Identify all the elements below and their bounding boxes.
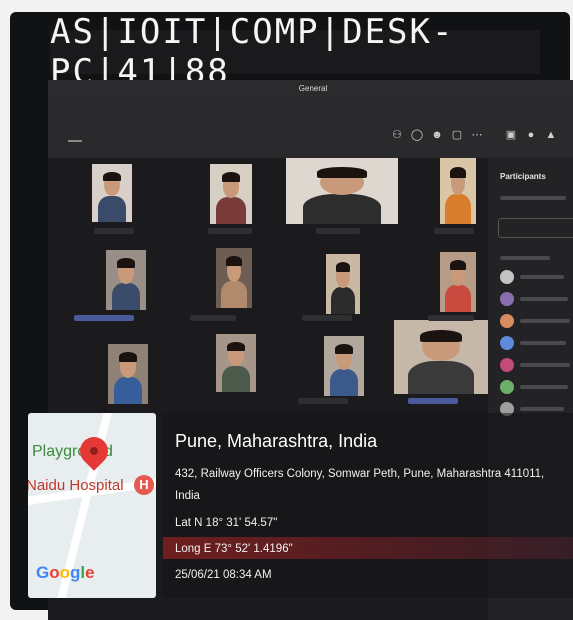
participant-tile xyxy=(286,158,398,224)
timestamp-text: 25/06/21 08:34 AM xyxy=(175,569,272,581)
avatar xyxy=(500,292,514,306)
panel-title: Participants xyxy=(500,172,546,181)
avatar xyxy=(500,336,514,350)
google-logo: Google xyxy=(36,563,95,582)
more-icon[interactable]: ⋯ xyxy=(470,128,484,142)
share-invite-button[interactable] xyxy=(498,218,573,238)
photo: AS|IOIT|COMP|DESK-PC|41|88 General ⚇ ◯ ☻… xyxy=(0,0,573,620)
participant-tile xyxy=(324,336,364,396)
participant-tile xyxy=(92,164,132,222)
camera-icon[interactable]: ▣ xyxy=(504,128,518,142)
asset-tag-sticker: AS|IOIT|COMP|DESK-PC|41|88 xyxy=(50,12,540,92)
avatar xyxy=(500,314,514,328)
back-icon[interactable] xyxy=(68,140,82,142)
participant-tile xyxy=(440,252,476,312)
chat-icon[interactable]: ◯ xyxy=(410,128,424,142)
avatar xyxy=(500,270,514,284)
geotag-overlay: Playground Naidu Hospital H Google Pune,… xyxy=(28,413,573,603)
hospital-icon: H xyxy=(134,475,154,495)
window-title: General xyxy=(48,80,573,98)
reactions-icon[interactable]: ☻ xyxy=(430,128,444,142)
participant-tile xyxy=(210,164,252,224)
latitude-text: Lat N 18° 31' 54.57" xyxy=(175,517,278,529)
participant-tile xyxy=(394,320,488,394)
longitude-text: Long E 73° 52' 1.4196" xyxy=(175,543,293,555)
participant-tile xyxy=(108,344,148,404)
participant-tile xyxy=(106,250,146,310)
participant-tile xyxy=(216,248,252,308)
share-icon[interactable]: ▲ xyxy=(544,128,558,142)
participants-icon[interactable]: ⚇ xyxy=(390,128,404,142)
address-text: 432, Railway Officers Colony, Somwar Pet… xyxy=(175,468,545,502)
participant-tile xyxy=(216,334,256,392)
avatar xyxy=(500,358,514,372)
avatar xyxy=(500,380,514,394)
map-thumbnail: Playground Naidu Hospital H Google xyxy=(28,413,156,598)
location-info-panel: Pune, Maharashtra, India 432, Railway Of… xyxy=(163,413,573,598)
participant-tile xyxy=(326,254,360,314)
mic-icon[interactable]: ● xyxy=(524,128,538,142)
location-title: Pune, Maharashtra, India xyxy=(175,431,378,451)
map-label-hospital: Naidu Hospital xyxy=(28,477,124,494)
meeting-toolbar: ⚇ ◯ ☻ ▢ ⋯ ▣ ● ▲ xyxy=(48,98,573,158)
rooms-icon[interactable]: ▢ xyxy=(450,128,464,142)
participant-tile xyxy=(440,158,476,224)
